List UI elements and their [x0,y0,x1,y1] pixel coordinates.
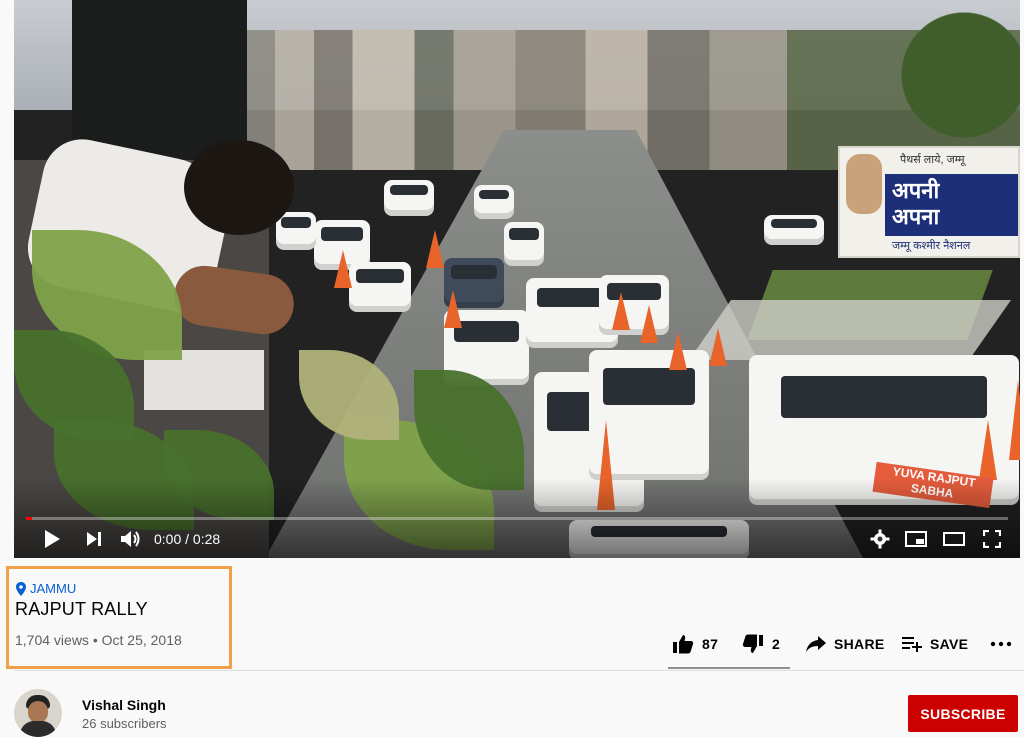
saffron-flag [444,290,462,328]
video-player[interactable]: पैथर्स लाये, जम्मू अपनी अपना जम्मू कश्मी… [14,0,1020,558]
share-label: SHARE [834,636,885,652]
car [599,275,669,335]
subscriber-count: 26 subscribers [82,716,167,731]
road-divider [688,300,1012,360]
player-controls: 0:00 / 0:28 [14,524,1020,554]
more-icon [990,641,1012,647]
car [276,212,316,250]
progress-bar[interactable] [26,517,1008,520]
play-button[interactable] [38,524,66,554]
thumbs-down-icon [742,634,763,653]
billboard: पैथर्स लाये, जम्मू अपनी अपना जम्मू कश्मी… [838,146,1020,258]
fullscreen-icon [983,530,1001,548]
channel-name[interactable]: Vishal Singh [82,697,166,713]
channel-avatar[interactable] [14,689,62,737]
avatar-body [20,721,56,737]
next-icon [87,532,101,546]
saffron-flag [426,230,444,268]
location-tag[interactable]: JAMMU [16,581,76,596]
car [384,180,434,216]
like-count: 87 [702,636,719,652]
share-button[interactable]: SHARE [806,632,885,656]
billboard-line-2: अपना [892,204,940,229]
person-head [184,140,294,235]
dislike-button[interactable]: 2 [742,632,780,656]
save-label: SAVE [930,636,969,652]
car [504,222,544,266]
car [349,262,411,312]
volume-button[interactable] [116,524,146,554]
billboard-bottom-text: जम्मू कश्मीर नैशनल [892,240,971,252]
save-button[interactable]: SAVE [902,632,968,656]
trees [880,0,1020,150]
thumbs-up-icon [673,635,694,654]
saffron-flag [669,332,687,370]
saffron-flag [612,292,630,330]
car [474,185,514,219]
theater-icon [943,532,965,546]
saffron-flag [334,250,352,288]
settings-icon [870,529,890,549]
saffron-flag [640,305,658,343]
car [764,215,824,245]
video-stats: 1,704 views • Oct 25, 2018 [15,632,182,648]
next-button[interactable] [80,524,108,554]
subscribe-button[interactable]: SUBSCRIBE [908,695,1018,732]
miniplayer-icon [905,531,927,547]
video-title: RAJPUT RALLY [15,599,148,619]
fullscreen-button[interactable] [978,524,1006,554]
play-icon [45,530,60,548]
saffron-flag [979,420,997,480]
volume-icon [121,531,140,547]
saffron-flag [1009,380,1020,460]
save-playlist-icon [902,637,922,652]
billboard-portrait [846,154,882,214]
theater-button[interactable] [940,524,968,554]
video-frame: पैथर्स लाये, जम्मू अपनी अपना जम्मू कश्मी… [14,0,1020,558]
miniplayer-button[interactable] [902,524,930,554]
location-label: JAMMU [30,581,77,596]
billboard-top-text: पैथर्स लाये, जम्मू [900,154,965,166]
like-ratio-bar [668,667,790,669]
more-button[interactable] [990,632,1012,656]
share-icon [806,636,826,652]
saffron-flag [709,328,727,366]
dislike-count: 2 [772,636,781,652]
settings-button[interactable] [866,524,894,554]
time-display: 0:00 / 0:28 [154,531,221,547]
billboard-line-1: अपनी [892,178,940,203]
like-button[interactable]: 87 [672,632,718,656]
location-pin-icon [16,581,26,596]
divider [14,670,1024,671]
billboard-main-text: अपनी अपना [892,178,939,230]
avatar-face [28,701,48,723]
progress-played [26,517,32,520]
